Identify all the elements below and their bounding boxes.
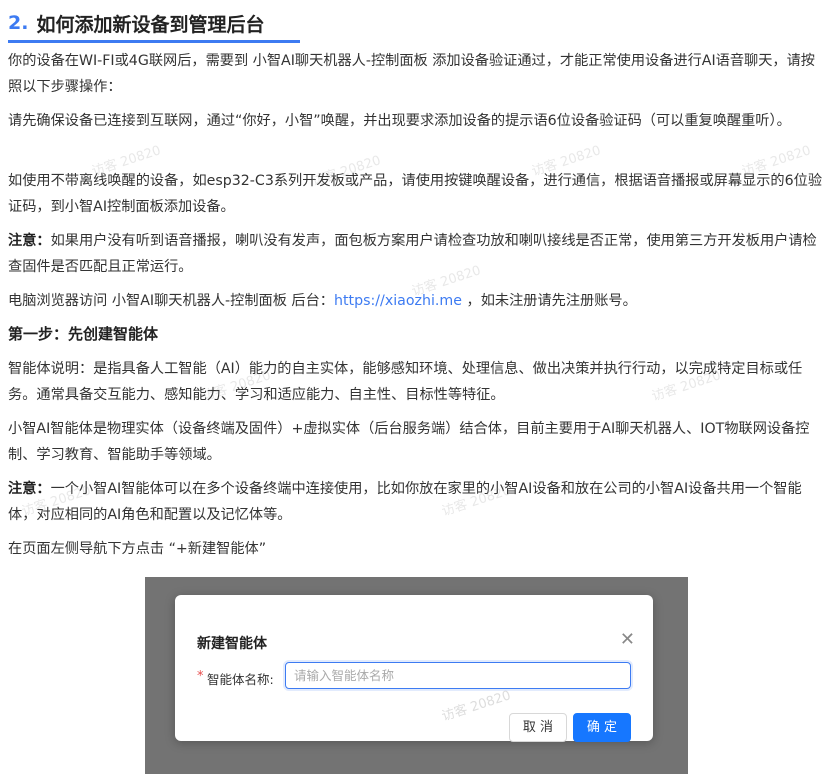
agent-name-label: 智能体名称: [207,672,274,687]
note-label: 注意： [8,233,51,249]
section-heading: 2. 如何添加新设备到管理后台 [8,8,264,38]
intro-paragraph: 你的设备在WI-FI或4G联网后，需要到 小智AI聊天机器人-控制面板 添加设备… [8,53,815,95]
new-agent-dialog: 新建智能体 ✕ * 智能体名称: 请输入智能体名称 取 消 确 定 [175,595,653,742]
note-paragraph-1: 注意：如果用户没有听到语音播报，喇叭没有发声，面包板方案用户请检查功放和喇叭接线… [8,228,826,280]
button-wake-paragraph: 如使用不带离线唤醒的设备，如esp32-C3系列开发板或产品，请使用按键唤醒设备… [8,173,823,215]
required-mark: * [197,669,204,684]
browser-access-paragraph: 电脑浏览器访问 小智AI聊天机器人-控制面板 后台：https://xiaozh… [8,288,826,314]
create-agent-instruction: 在页面左侧导航下方点击 “+新建智能体” [8,541,267,557]
agent-composition-paragraph: 小智AI智能体是物理实体（设备终端及固件）+虚拟实体（后台服务端）结合体，目前主… [8,421,810,463]
confirm-button[interactable]: 确 定 [573,713,631,742]
note-paragraph-2: 注意：一个小智AI智能体可以在多个设备终端中连接使用，比如你放在家里的小智AI设… [8,476,826,528]
section-number: 2. [8,12,29,34]
note-text: 如果用户没有听到语音播报，喇叭没有发声，面包板方案用户请检查功放和喇叭接线是否正… [8,233,817,275]
note-text-2: 一个小智AI智能体可以在多个设备终端中连接使用，比如你放在家里的小智AI设备和放… [8,481,802,523]
note-label-2: 注意： [8,481,51,497]
step-one-heading: 第一步：先创建智能体 [8,325,159,343]
access-prefix: 电脑浏览器访问 小智AI聊天机器人-控制面板 后台： [8,293,334,309]
agent-name-input[interactable]: 请输入智能体名称 [285,662,631,689]
cancel-button[interactable]: 取 消 [509,713,567,742]
wake-device-paragraph: 请先确保设备已连接到互联网，通过“你好，小智”唤醒，并出现要求添加设备的提示语6… [8,113,791,129]
section-title: 如何添加新设备到管理后台 [36,13,265,36]
access-suffix: ，如未注册请先注册账号。 [466,293,637,309]
agent-description-paragraph: 智能体说明：是指具备人工智能（AI）能力的自主实体，能够感知环境、处理信息、做出… [8,361,803,403]
xiaozhi-link[interactable]: https://xiaozhi.me [334,293,462,309]
heading-underline [8,40,300,43]
embedded-screenshot: 新建智能体 ✕ * 智能体名称: 请输入智能体名称 取 消 确 定 访客 208… [145,577,688,774]
dialog-title: 新建智能体 [197,636,267,652]
close-icon[interactable]: ✕ [620,629,635,650]
